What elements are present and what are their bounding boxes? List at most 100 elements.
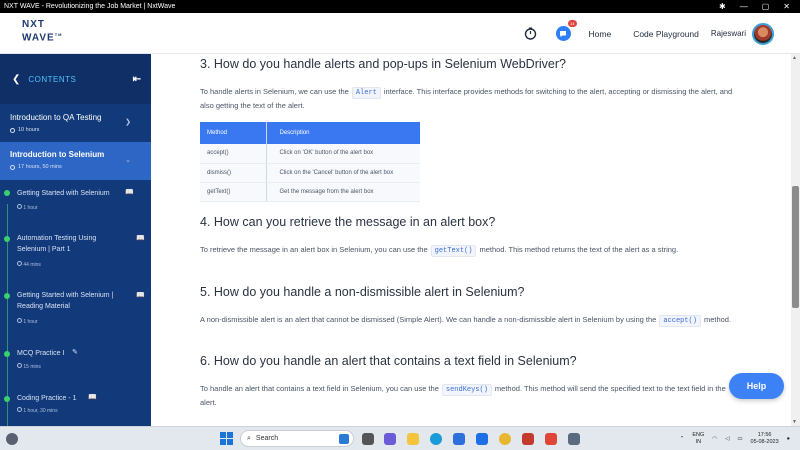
- avatar[interactable]: [752, 22, 774, 45]
- question-3-heading: 3. How do you handle alerts and pop-ups …: [200, 57, 566, 71]
- table-row: getText() Get the message from the alert…: [200, 182, 420, 202]
- office-icon[interactable]: [545, 433, 557, 445]
- table-cell: accept(): [200, 144, 266, 164]
- chevron-up-icon[interactable]: ⌃: [680, 436, 685, 442]
- book-icon: 📖: [136, 292, 145, 299]
- q6-code: sendKeys(): [441, 384, 492, 396]
- sidebar-item[interactable]: Getting Started with Selenium | Reading …: [0, 289, 151, 329]
- table-row: accept() Click on 'OK' button of the ale…: [200, 144, 420, 164]
- system-tray: ⌃ ENG IN ◠ ◁ ▭ 17:56 05-08-2023 ●: [680, 429, 790, 449]
- notification-bell-icon[interactable]: ●: [787, 436, 790, 442]
- question-5-heading: 5. How do you handle a non-dismissible a…: [200, 285, 525, 299]
- question-6-heading: 6. How do you handle an alert that conta…: [200, 354, 577, 368]
- task-view-icon[interactable]: [362, 433, 374, 445]
- alert-methods-table: Method Description accept() Click on 'OK…: [200, 122, 420, 202]
- book-icon: 📖: [136, 235, 145, 242]
- weather-icon[interactable]: [6, 433, 18, 445]
- sidebar-item[interactable]: Getting Started with Selenium 📖 1 hour: [0, 186, 151, 216]
- item-duration: 15 mins: [17, 363, 41, 370]
- q4-text-after: method. This method returns the text of …: [479, 245, 679, 254]
- store-icon[interactable]: [453, 433, 465, 445]
- pencil-icon: ✎: [72, 349, 78, 356]
- clock-date[interactable]: 17:56 05-08-2023: [751, 432, 779, 446]
- time-text: 17:56: [757, 432, 772, 438]
- edge-browser-icon[interactable]: [430, 433, 442, 445]
- clock-icon: [17, 318, 22, 323]
- mcafee-icon[interactable]: [522, 433, 534, 445]
- item-duration: 1 hour: [17, 318, 38, 325]
- scroll-up-icon[interactable]: ▲: [792, 55, 797, 61]
- q4-text-before: To retrieve the message in an alert box …: [200, 245, 428, 254]
- wifi-icon[interactable]: ◠: [712, 436, 717, 442]
- q3-code: Alert: [351, 87, 381, 99]
- question-5-text: A non-dismissible alert is an alert that…: [200, 313, 740, 327]
- main-content: 3. How do you handle alerts and pop-ups …: [151, 54, 791, 426]
- chevron-right-icon: ❯: [125, 119, 131, 126]
- nav-home-link[interactable]: Home: [589, 29, 612, 39]
- scroll-down-icon[interactable]: ▼: [792, 419, 797, 425]
- nav-code-playground-link[interactable]: Code Playground: [633, 29, 699, 39]
- window-titlebar: NXT WAVE - Revolutionizing the Job Marke…: [0, 0, 800, 13]
- q5-text-after: method.: [703, 315, 732, 324]
- sidebar-topic-qa-testing[interactable]: Introduction to QA Testing 10 hours ❯: [0, 104, 151, 142]
- battery-icon[interactable]: ▭: [737, 436, 742, 442]
- sidebar-item[interactable]: MCQ Practice I ✎ 15 mins: [0, 347, 151, 375]
- page-scrollbar[interactable]: ▲ ▼: [791, 54, 800, 426]
- item-title: MCQ Practice I: [17, 350, 65, 357]
- windows-start-icon[interactable]: [220, 432, 233, 445]
- sidebar-item[interactable]: Coding Practice - 1 📖 1 hour, 30 mins: [0, 392, 151, 420]
- sidebar-topic-selenium[interactable]: Introduction to Selenium 17 hours, 50 mi…: [0, 142, 151, 180]
- taskbar-search[interactable]: ⌕ Search: [240, 430, 354, 447]
- help-button[interactable]: Help: [729, 373, 784, 399]
- logo-line2: WAVE: [22, 32, 55, 44]
- table-cell: Click on the 'Cancel' button of the aler…: [265, 163, 420, 183]
- language-indicator[interactable]: ENG IN: [692, 432, 704, 446]
- teams-chat-icon[interactable]: [384, 433, 396, 445]
- clock-icon: [17, 363, 22, 368]
- completed-dot-icon: [4, 190, 10, 196]
- table-cell: Click on 'OK' button of the alert box: [265, 144, 420, 164]
- scrollbar-thumb[interactable]: [792, 186, 799, 308]
- minimize-icon[interactable]: —: [740, 2, 748, 11]
- volume-icon[interactable]: ◁: [725, 436, 729, 442]
- sidebar-header: ❮ CONTENTS ⇤: [0, 54, 151, 104]
- chevron-left-icon[interactable]: ❮: [12, 74, 20, 85]
- chrome-icon[interactable]: [499, 433, 511, 445]
- logo-line1: NXT: [22, 19, 45, 30]
- maximize-icon[interactable]: ▢: [762, 2, 770, 11]
- table-header-description: Description: [265, 122, 420, 144]
- contents-heading: CONTENTS: [28, 74, 77, 84]
- top-header: NXT WAVETM 14 Home Code Playground Rajes…: [0, 13, 800, 54]
- item-duration: 1 hour, 30 mins: [17, 407, 58, 414]
- lang-line2: IN: [695, 439, 702, 445]
- completed-dot-icon: [4, 396, 10, 402]
- notifications-chat-icon[interactable]: 14: [555, 20, 577, 41]
- book-icon: 📖: [88, 394, 97, 401]
- table-cell: Get the message from the alert box: [265, 182, 420, 202]
- prime-video-icon[interactable]: [476, 433, 488, 445]
- streak-timer-icon[interactable]: [524, 27, 538, 41]
- q4-code: getText(): [430, 245, 477, 257]
- item-duration-text: 44 mins: [23, 262, 41, 268]
- topic-duration: 17 hours, 50 mins: [10, 164, 62, 170]
- topic-duration-text: 10 hours: [18, 127, 40, 133]
- topic-duration: 10 hours: [10, 127, 39, 133]
- user-name[interactable]: Rajeswari: [711, 29, 746, 38]
- item-title: Coding Practice - 1: [17, 395, 77, 402]
- completed-dot-icon: [4, 236, 10, 242]
- extensions-icon[interactable]: ✱: [719, 2, 726, 11]
- file-explorer-icon[interactable]: [407, 433, 419, 445]
- snipping-tool-icon[interactable]: [568, 433, 580, 445]
- nxtwave-logo[interactable]: NXT WAVETM: [22, 20, 63, 43]
- sidebar-item[interactable]: Automation Testing Using Selenium | Part…: [0, 232, 151, 272]
- question-3-text: To handle alerts in Selenium, we can use…: [200, 85, 740, 113]
- close-icon[interactable]: ✕: [783, 2, 790, 11]
- clock-icon: [10, 127, 15, 133]
- chevron-down-icon: ⌄: [125, 157, 131, 164]
- windows-taskbar: ⌕ Search ⌃ ENG IN ◠ ◁ ▭ 17:56 05-08-2023 ●: [0, 426, 800, 450]
- completed-dot-icon: [4, 351, 10, 357]
- item-duration-text: 1 hour: [23, 319, 38, 325]
- topic-duration-text: 17 hours, 50 mins: [18, 164, 62, 170]
- collapse-sidebar-icon[interactable]: ⇤: [133, 74, 141, 85]
- search-icon: ⌕: [247, 434, 251, 442]
